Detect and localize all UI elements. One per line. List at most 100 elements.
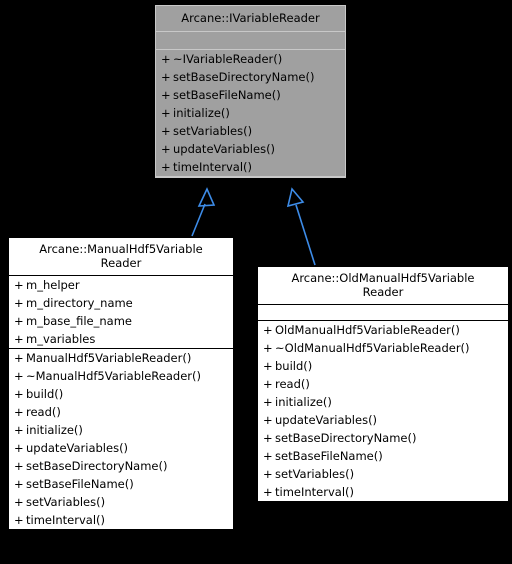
attribute-row[interactable]: + m_variables bbox=[9, 330, 233, 348]
class-box-oldmanualhdf5variablereader[interactable]: Arcane::OldManualHdf5Variable Reader + Old… bbox=[257, 266, 509, 502]
method-row[interactable]: + OldManualHdf5VariableReader() bbox=[258, 321, 508, 339]
method-row[interactable]: + build() bbox=[258, 357, 508, 375]
attribute-row[interactable]: + m_base_file_name bbox=[9, 312, 233, 330]
attribute-label: m_variables bbox=[26, 332, 96, 346]
method-row[interactable]: + setVariables() bbox=[156, 122, 345, 140]
visibility-marker: + bbox=[14, 405, 24, 419]
visibility-marker: + bbox=[161, 160, 171, 174]
method-label: updateVariables() bbox=[275, 413, 378, 427]
visibility-marker: + bbox=[263, 467, 273, 481]
visibility-marker: + bbox=[14, 314, 24, 328]
method-label: timeInterval() bbox=[173, 160, 252, 174]
visibility-marker: + bbox=[14, 459, 24, 473]
method-label: setBaseFileName() bbox=[26, 477, 134, 491]
generalization-edge-manual bbox=[191, 187, 216, 237]
attribute-row[interactable]: + m_helper bbox=[9, 276, 233, 294]
methods-compartment-ivariablereader: + ~IVariableReader() + setBaseDirectoryNam… bbox=[156, 50, 345, 177]
class-name-line2: Reader bbox=[100, 256, 142, 270]
class-name-line2: Reader bbox=[362, 285, 404, 299]
method-label: setBaseFileName() bbox=[173, 88, 281, 102]
method-row[interactable]: + setBaseFileName() bbox=[9, 475, 233, 493]
visibility-marker: + bbox=[14, 278, 24, 292]
method-label: setVariables() bbox=[26, 495, 106, 509]
methods-compartment-manualhdf5variablereader: + ManualHdf5VariableReader() + ~ManualHdf5… bbox=[9, 349, 233, 529]
uml-class-diagram: Arcane::IVariableReader + ~IVariableReade… bbox=[0, 0, 512, 564]
method-row[interactable]: + setBaseDirectoryName() bbox=[258, 429, 508, 447]
method-row[interactable]: + read() bbox=[9, 403, 233, 421]
visibility-marker: + bbox=[161, 106, 171, 120]
visibility-marker: + bbox=[263, 377, 273, 391]
method-row[interactable]: + setVariables() bbox=[258, 465, 508, 483]
method-label: updateVariables() bbox=[26, 441, 129, 455]
methods-compartment-oldmanualhdf5variablereader: + OldManualHdf5VariableReader() + ~OldManu… bbox=[258, 321, 508, 501]
method-row[interactable]: + timeInterval() bbox=[156, 158, 345, 176]
method-label: updateVariables() bbox=[173, 142, 276, 156]
method-label: timeInterval() bbox=[26, 513, 105, 527]
method-row[interactable]: + updateVariables() bbox=[9, 439, 233, 457]
visibility-marker: + bbox=[14, 441, 24, 455]
method-label: initialize() bbox=[173, 106, 230, 120]
visibility-marker: + bbox=[161, 124, 171, 138]
method-row[interactable]: + initialize() bbox=[258, 393, 508, 411]
attribute-row[interactable]: + m_directory_name bbox=[9, 294, 233, 312]
method-row[interactable]: + initialize() bbox=[156, 104, 345, 122]
visibility-marker: + bbox=[14, 423, 24, 437]
visibility-marker: + bbox=[14, 513, 24, 527]
method-row[interactable]: + setBaseFileName() bbox=[156, 86, 345, 104]
method-row[interactable]: + ~OldManualHdf5VariableReader() bbox=[258, 339, 508, 357]
visibility-marker: + bbox=[263, 485, 273, 499]
method-row[interactable]: + setVariables() bbox=[9, 493, 233, 511]
attributes-compartment-manualhdf5variablereader: + m_helper + m_directory_name + m_base_file… bbox=[9, 276, 233, 349]
method-label: ManualHdf5VariableReader() bbox=[26, 351, 192, 365]
method-row[interactable]: + timeInterval() bbox=[258, 483, 508, 501]
visibility-marker: + bbox=[14, 296, 24, 310]
method-label: setBaseDirectoryName() bbox=[26, 459, 168, 473]
generalization-edge-oldmanual bbox=[286, 187, 316, 266]
method-label: read() bbox=[275, 377, 310, 391]
method-label: setBaseDirectoryName() bbox=[275, 431, 417, 445]
visibility-marker: + bbox=[161, 88, 171, 102]
method-row[interactable]: + read() bbox=[258, 375, 508, 393]
class-box-manualhdf5variablereader[interactable]: Arcane::ManualHdf5Variable Reader + m_help… bbox=[8, 237, 234, 530]
attributes-compartment-oldmanualhdf5variablereader bbox=[258, 305, 508, 321]
method-row[interactable]: + setBaseFileName() bbox=[258, 447, 508, 465]
visibility-marker: + bbox=[263, 359, 273, 373]
class-name-line1: Arcane::ManualHdf5Variable bbox=[39, 242, 203, 256]
method-row[interactable]: + updateVariables() bbox=[156, 140, 345, 158]
class-box-ivariablereader[interactable]: Arcane::IVariableReader + ~IVariableReade… bbox=[155, 5, 346, 178]
visibility-marker: + bbox=[263, 413, 273, 427]
visibility-marker: + bbox=[263, 341, 273, 355]
method-row[interactable]: + ~IVariableReader() bbox=[156, 50, 345, 68]
visibility-marker: + bbox=[14, 477, 24, 491]
method-label: build() bbox=[275, 359, 313, 373]
method-label: ~OldManualHdf5VariableReader() bbox=[275, 341, 470, 355]
visibility-marker: + bbox=[14, 369, 24, 383]
method-label: initialize() bbox=[275, 395, 332, 409]
visibility-marker: + bbox=[263, 449, 273, 463]
method-row[interactable]: + initialize() bbox=[9, 421, 233, 439]
method-row[interactable]: + build() bbox=[9, 385, 233, 403]
class-name-manualhdf5variablereader: Arcane::ManualHdf5Variable Reader bbox=[9, 238, 233, 276]
method-row[interactable]: + updateVariables() bbox=[258, 411, 508, 429]
method-row[interactable]: + setBaseDirectoryName() bbox=[9, 457, 233, 475]
visibility-marker: + bbox=[14, 332, 24, 346]
visibility-marker: + bbox=[14, 495, 24, 509]
visibility-marker: + bbox=[263, 431, 273, 445]
method-row[interactable]: + ~ManualHdf5VariableReader() bbox=[9, 367, 233, 385]
method-label: OldManualHdf5VariableReader() bbox=[275, 323, 460, 337]
attribute-label: m_directory_name bbox=[26, 296, 133, 310]
visibility-marker: + bbox=[161, 70, 171, 84]
method-label: timeInterval() bbox=[275, 485, 354, 499]
method-row[interactable]: + timeInterval() bbox=[9, 511, 233, 529]
attributes-compartment-ivariablereader bbox=[156, 32, 345, 50]
method-label: ~ManualHdf5VariableReader() bbox=[26, 369, 201, 383]
method-label: setVariables() bbox=[173, 124, 253, 138]
method-row[interactable]: + setBaseDirectoryName() bbox=[156, 68, 345, 86]
visibility-marker: + bbox=[161, 52, 171, 66]
method-label: setBaseFileName() bbox=[275, 449, 383, 463]
method-row[interactable]: + ManualHdf5VariableReader() bbox=[9, 349, 233, 367]
method-label: ~IVariableReader() bbox=[173, 52, 283, 66]
method-label: build() bbox=[26, 387, 64, 401]
visibility-marker: + bbox=[14, 351, 24, 365]
method-label: setBaseDirectoryName() bbox=[173, 70, 315, 84]
